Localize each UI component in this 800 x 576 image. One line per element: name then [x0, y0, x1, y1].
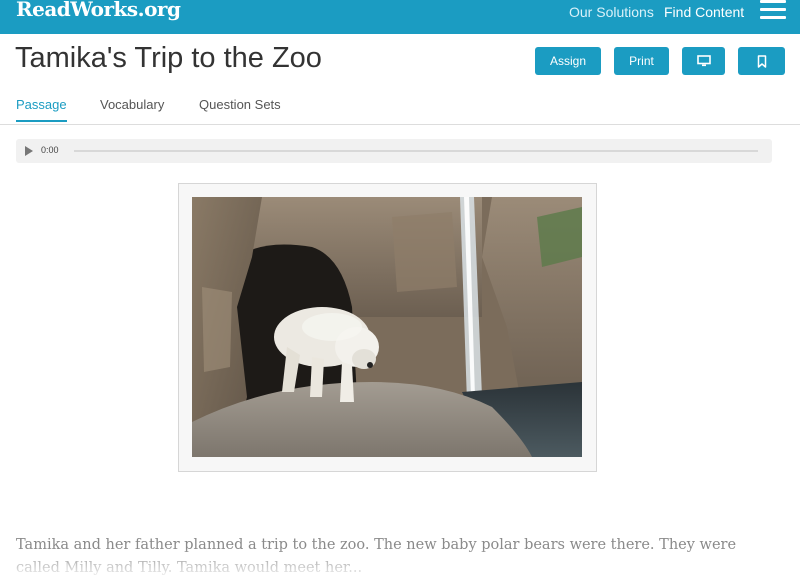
passage-image-frame [178, 183, 597, 472]
play-icon[interactable] [25, 146, 33, 156]
top-navigation-bar: ReadWorks.org Our Solutions Find Content [0, 0, 800, 34]
tab-passage[interactable]: Passage [16, 97, 67, 122]
bookmark-icon [757, 54, 766, 68]
audio-progress-bar[interactable] [74, 150, 758, 152]
monitor-icon [696, 55, 711, 67]
passage-fade-overlay [0, 548, 800, 576]
polar-bear-photo [192, 197, 582, 457]
print-button[interactable]: Print [614, 47, 669, 75]
audio-player: 0:00 [16, 139, 772, 163]
hamburger-menu-icon[interactable] [760, 0, 786, 20]
assign-button[interactable]: Assign [535, 47, 601, 75]
tab-question-sets[interactable]: Question Sets [199, 97, 281, 120]
page-title: Tamika's Trip to the Zoo [15, 42, 322, 74]
tab-vocabulary[interactable]: Vocabulary [100, 97, 164, 120]
bookmark-button[interactable] [738, 47, 785, 75]
present-button[interactable] [682, 47, 725, 75]
readworks-logo[interactable]: ReadWorks.org [16, 0, 181, 21]
content-tabs: Passage Vocabulary Question Sets [0, 88, 800, 125]
nav-find-content[interactable]: Find Content [664, 4, 744, 20]
audio-time: 0:00 [41, 145, 59, 155]
nav-our-solutions[interactable]: Our Solutions [569, 4, 654, 20]
